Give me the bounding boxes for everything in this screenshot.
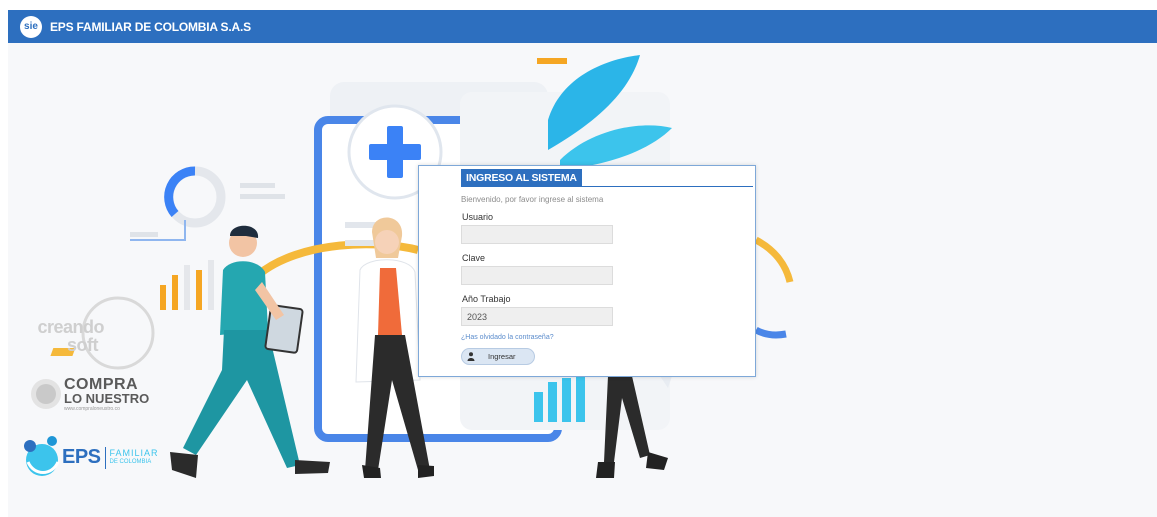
login-panel: INGRESO AL SISTEMA Bienvenido, por favor… [418,165,756,377]
clave-input[interactable] [461,266,613,285]
compra-lo-nuestro-logo: COMPRA LO NUESTRO www.compraloneustro.co [64,376,150,413]
eps-text: EPS [62,446,101,468]
ingresar-label: Ingresar [488,352,516,361]
logo-divider [104,446,106,469]
heading-underline [461,186,753,187]
familiar-text: FAMILIAR [109,447,159,458]
ingresar-button[interactable]: Ingresar [461,348,535,365]
compra-text: COMPRA [64,376,139,393]
creando-text: creando [37,317,104,337]
eps-familiar-logo-mark [24,436,60,476]
bar-chart-icon [160,285,166,310]
lo-nuestro-text: LO NUESTRO [64,391,150,406]
soft-text: soft [67,335,99,355]
compra-url-text: www.compraloneustro.co [64,406,120,412]
de-colombia-text: DE COLOMBIA [109,458,152,465]
usuario-label: Usuario [462,212,494,222]
clave-label: Clave [462,253,486,263]
orange-dash [537,58,567,64]
forgot-password-link[interactable]: ¿Has olvidado la contraseña? [461,334,554,341]
usuario-input[interactable] [461,225,613,244]
anio-trabajo-label: Año Trabajo [462,294,511,304]
creando-soft-logo: creando soft [24,318,104,354]
anio-trabajo-input[interactable] [461,307,613,326]
nurse-man-figure [170,225,330,478]
eps-familiar-logo: EPS FAMILIAR DE COLOMBIA [62,446,159,469]
welcome-text: Bienvenido, por favor ingrese al sistema [461,195,604,204]
login-heading: INGRESO AL SISTEMA [461,169,582,187]
user-icon [462,352,480,361]
